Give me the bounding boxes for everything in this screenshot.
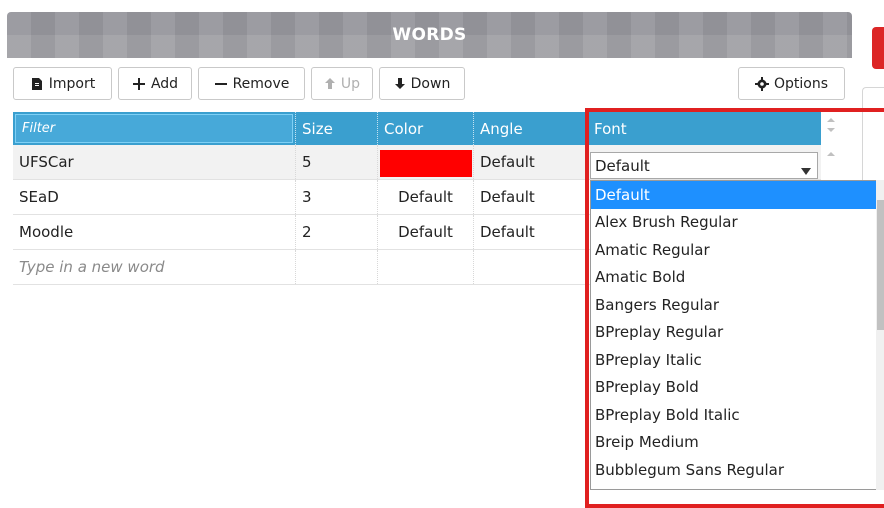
- size-cell[interactable]: 2: [296, 215, 378, 249]
- font-option[interactable]: Default: [591, 181, 883, 209]
- font-option[interactable]: Breip Medium: [591, 429, 883, 457]
- font-option[interactable]: Amatic Regular: [591, 236, 883, 264]
- panel-title-bar: WORDS: [7, 12, 852, 58]
- gear-icon: [754, 76, 769, 91]
- font-select-value: Default: [595, 156, 650, 175]
- up-button[interactable]: Up: [311, 67, 373, 100]
- word-cell[interactable]: UFSCar: [13, 145, 296, 179]
- column-header-color[interactable]: Color: [378, 112, 474, 145]
- panel-title: WORDS: [392, 25, 467, 45]
- font-option[interactable]: Bangers Regular: [591, 291, 883, 319]
- font-select[interactable]: Default: [590, 152, 818, 179]
- remove-label: Remove: [232, 75, 290, 92]
- options-label: Options: [773, 75, 829, 92]
- new-angle-cell[interactable]: [474, 250, 588, 284]
- filter-header-cell: Filter: [13, 112, 296, 145]
- down-button[interactable]: Down: [379, 67, 465, 100]
- table-scrollbar[interactable]: [822, 112, 840, 182]
- column-header-font[interactable]: Font: [588, 112, 821, 145]
- chevron-down-icon: [801, 162, 811, 180]
- up-label: Up: [340, 75, 361, 92]
- down-label: Down: [410, 75, 451, 92]
- column-header-size[interactable]: Size: [296, 112, 378, 145]
- filter-input[interactable]: Filter: [15, 114, 293, 143]
- remove-button[interactable]: Remove: [198, 67, 305, 100]
- new-color-cell[interactable]: [378, 250, 474, 284]
- font-option[interactable]: Bubblegum Sans Regular: [591, 456, 883, 484]
- arrow-down-icon: [394, 77, 406, 90]
- font-option[interactable]: BPreplay Italic: [591, 346, 883, 374]
- options-button[interactable]: Options: [738, 67, 845, 100]
- font-option[interactable]: BPreplay Regular: [591, 319, 883, 347]
- angle-cell[interactable]: Default: [474, 145, 588, 179]
- word-cell[interactable]: Moodle: [13, 215, 296, 249]
- word-cell[interactable]: SEaD: [13, 180, 296, 214]
- angle-cell[interactable]: Default: [474, 180, 588, 214]
- minus-icon: [214, 77, 228, 91]
- color-cell[interactable]: Default: [378, 215, 474, 249]
- angle-cell[interactable]: Default: [474, 215, 588, 249]
- import-icon: [30, 77, 44, 91]
- size-cell[interactable]: 5: [296, 145, 378, 179]
- side-action-button[interactable]: [872, 27, 884, 69]
- font-option[interactable]: BPreplay Bold Italic: [591, 401, 883, 429]
- color-cell[interactable]: Default: [378, 180, 474, 214]
- import-label: Import: [48, 75, 96, 92]
- plus-icon: [132, 77, 146, 91]
- add-label: Add: [150, 75, 179, 92]
- size-cell[interactable]: 3: [296, 180, 378, 214]
- color-swatch[interactable]: [380, 150, 472, 177]
- import-button[interactable]: Import: [13, 67, 112, 100]
- arrow-up-icon: [324, 77, 336, 90]
- font-option[interactable]: Alex Brush Regular: [591, 209, 883, 237]
- add-button[interactable]: Add: [118, 67, 192, 100]
- font-dropdown-list: Default Alex Brush Regular Amatic Regula…: [590, 180, 884, 490]
- font-option[interactable]: Amatic Bold: [591, 264, 883, 292]
- new-size-cell[interactable]: [296, 250, 378, 284]
- font-option[interactable]: BPreplay Bold: [591, 374, 883, 402]
- dropdown-scroll-thumb[interactable]: [877, 200, 884, 330]
- new-word-input[interactable]: Type in a new word: [13, 250, 296, 284]
- column-header-angle[interactable]: Angle: [474, 112, 588, 145]
